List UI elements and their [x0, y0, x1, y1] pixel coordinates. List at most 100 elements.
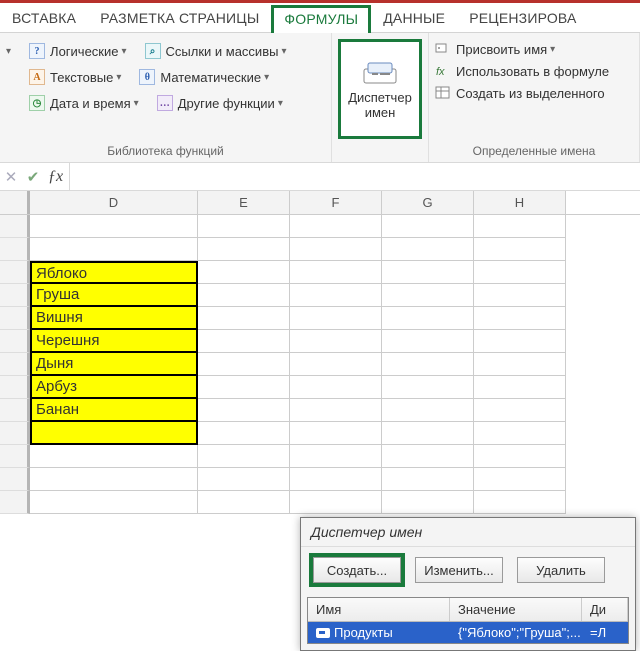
cell[interactable] [474, 284, 566, 307]
cell[interactable] [198, 261, 290, 284]
text-button[interactable]: AТекстовые▾ [27, 67, 123, 87]
accept-icon[interactable]: ✔ [22, 168, 44, 186]
cell[interactable] [474, 376, 566, 399]
cell[interactable] [198, 215, 290, 238]
cell[interactable] [290, 353, 382, 376]
col-header-H[interactable]: H [474, 191, 566, 214]
cell[interactable]: Вишня [30, 307, 198, 330]
cell[interactable] [382, 238, 474, 261]
cell[interactable] [290, 399, 382, 422]
formula-input[interactable] [69, 163, 640, 190]
cell[interactable] [474, 307, 566, 330]
col-header-E[interactable]: E [198, 191, 290, 214]
cell[interactable] [290, 238, 382, 261]
cell[interactable] [382, 330, 474, 353]
names-list-row[interactable]: Продукты {"Яблоко";"Груша";... =Л [308, 622, 628, 643]
tab-formulas[interactable]: ФОРМУЛЫ [271, 5, 371, 33]
cancel-icon[interactable]: ✕ [0, 168, 22, 186]
svg-text:fx: fx [436, 66, 445, 78]
cell[interactable] [382, 422, 474, 445]
cell[interactable] [198, 330, 290, 353]
create-from-selection-button[interactable]: Создать из выделенного [435, 85, 633, 101]
cell[interactable] [290, 307, 382, 330]
col-header-G[interactable]: G [382, 191, 474, 214]
cell[interactable] [198, 445, 290, 468]
lookup-button[interactable]: ⌕Ссылки и массивы▾ [143, 41, 289, 61]
cell[interactable] [474, 399, 566, 422]
cell[interactable] [30, 422, 198, 445]
cell[interactable] [30, 215, 198, 238]
cell[interactable] [382, 376, 474, 399]
fx-label[interactable]: ƒx [44, 168, 69, 186]
cell[interactable] [290, 376, 382, 399]
cell[interactable] [290, 261, 382, 284]
cell[interactable] [382, 353, 474, 376]
more-functions-button[interactable]: …Другие функции▾ [155, 93, 285, 113]
logical-button[interactable]: ?Логические▾ [27, 41, 128, 61]
cell[interactable] [30, 468, 198, 491]
cell[interactable] [474, 353, 566, 376]
math-button[interactable]: θМатематические▾ [137, 67, 271, 87]
cell[interactable] [290, 330, 382, 353]
cell[interactable] [474, 422, 566, 445]
col-ref[interactable]: Ди [582, 598, 628, 621]
cell[interactable] [198, 468, 290, 491]
cell[interactable] [198, 284, 290, 307]
cell[interactable] [382, 215, 474, 238]
cell[interactable] [290, 284, 382, 307]
grid-icon [435, 85, 451, 101]
cell[interactable] [290, 491, 382, 514]
col-header-F[interactable]: F [290, 191, 382, 214]
col-value[interactable]: Значение [450, 598, 582, 621]
cell[interactable] [382, 307, 474, 330]
cell[interactable] [30, 238, 198, 261]
dialog-create-button[interactable]: Создать... [313, 557, 401, 583]
cell[interactable] [290, 215, 382, 238]
tab-data[interactable]: ДАННЫЕ [371, 5, 457, 32]
cell[interactable] [474, 330, 566, 353]
col-name[interactable]: Имя [308, 598, 450, 621]
cell[interactable]: Банан [30, 399, 198, 422]
cell[interactable] [198, 376, 290, 399]
name-manager-button[interactable]: Диспетчеримен [338, 39, 422, 139]
cell[interactable] [474, 215, 566, 238]
cell[interactable] [198, 399, 290, 422]
dialog-delete-button[interactable]: Удалить [517, 557, 605, 583]
cell[interactable] [382, 445, 474, 468]
cell[interactable] [474, 468, 566, 491]
cell[interactable] [474, 261, 566, 284]
cell[interactable] [30, 491, 198, 514]
dropdown-caret[interactable]: ▾ [6, 41, 13, 61]
cell[interactable]: Яблоко [30, 261, 198, 284]
cell[interactable] [474, 491, 566, 514]
cell[interactable] [198, 422, 290, 445]
dialog-edit-button[interactable]: Изменить... [415, 557, 503, 583]
cell[interactable] [382, 468, 474, 491]
tab-insert[interactable]: ВСТАВКА [0, 5, 88, 32]
cell[interactable] [382, 261, 474, 284]
cell[interactable]: Черешня [30, 330, 198, 353]
col-header-D[interactable]: D [30, 191, 198, 214]
cell[interactable] [198, 307, 290, 330]
math-icon: θ [139, 69, 155, 85]
datetime-button[interactable]: ◷Дата и время▾ [27, 93, 141, 113]
cell[interactable] [198, 491, 290, 514]
cell[interactable]: Дыня [30, 353, 198, 376]
cell[interactable] [290, 468, 382, 491]
use-in-formula-button[interactable]: fx Использовать в формуле [435, 63, 633, 79]
cell[interactable] [290, 445, 382, 468]
cell[interactable] [382, 491, 474, 514]
cell[interactable] [382, 284, 474, 307]
tab-review[interactable]: РЕЦЕНЗИРОВА [457, 5, 588, 32]
define-name-button[interactable]: Присвоить имя▾ [435, 41, 633, 57]
tab-layout[interactable]: РАЗМЕТКА СТРАНИЦЫ [88, 5, 271, 32]
cell[interactable] [474, 238, 566, 261]
cell[interactable] [290, 422, 382, 445]
cell[interactable] [30, 445, 198, 468]
cell[interactable] [198, 353, 290, 376]
cell[interactable]: Арбуз [30, 376, 198, 399]
cell[interactable] [474, 445, 566, 468]
cell[interactable] [382, 399, 474, 422]
cell[interactable] [198, 238, 290, 261]
cell[interactable]: Груша [30, 284, 198, 307]
